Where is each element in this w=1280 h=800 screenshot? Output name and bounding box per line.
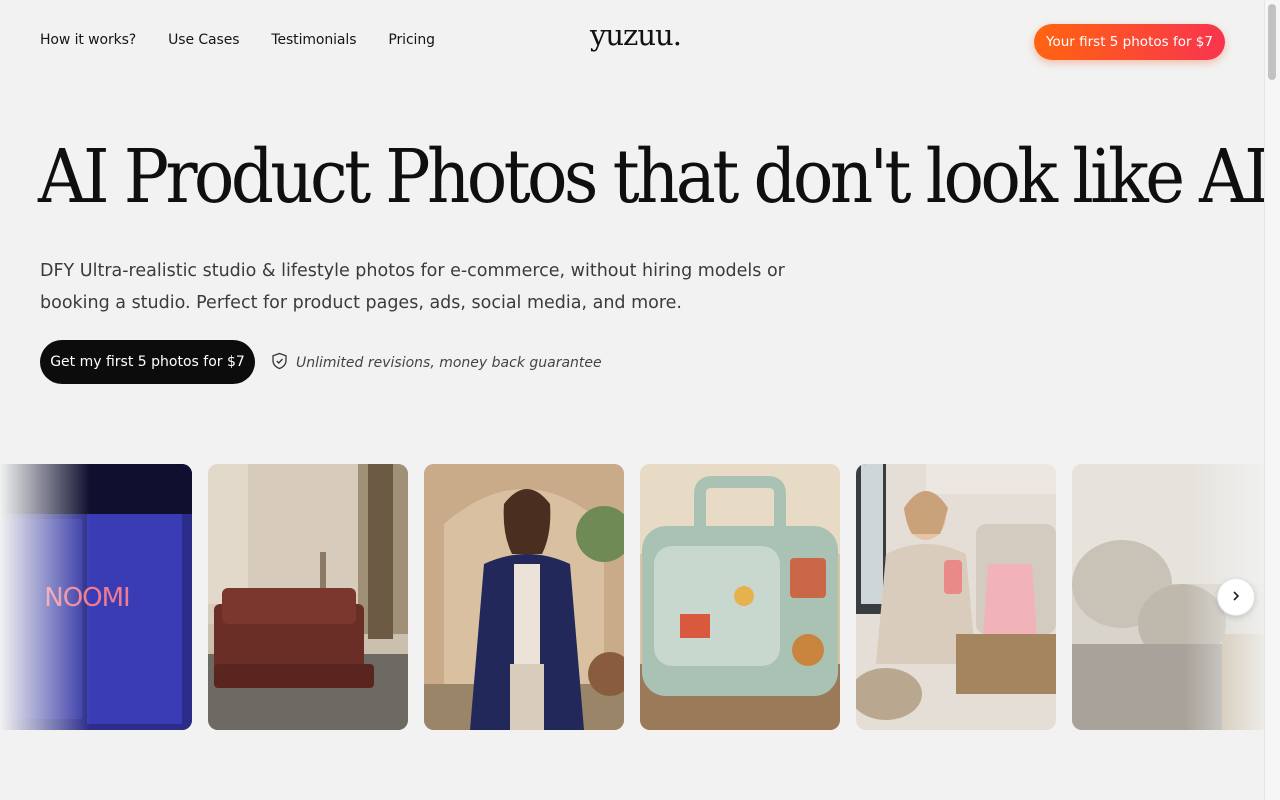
nav-link-pricing[interactable]: Pricing xyxy=(388,32,435,48)
product-label: NOOMI xyxy=(44,583,129,613)
guarantee: Unlimited revisions, money back guarante… xyxy=(271,352,602,374)
hero-subtitle: DFY Ultra-realistic studio & lifestyle p… xyxy=(40,261,785,313)
photo-gallery: NOOMI xyxy=(0,464,1272,730)
scrollbar-thumb[interactable] xyxy=(1268,4,1276,80)
nav-links: How it works? Use Cases Testimonials Pri… xyxy=(40,32,435,48)
gallery-card-supplement[interactable]: NOOMI xyxy=(0,464,192,730)
hero-title: AI Product Photos that don't look like A… xyxy=(38,134,1271,220)
shield-icon xyxy=(271,352,288,374)
top-nav: How it works? Use Cases Testimonials Pri… xyxy=(0,0,1265,84)
hero-cta-button[interactable]: Get my first 5 photos for $7 xyxy=(40,340,255,384)
page-scrollbar[interactable] xyxy=(1264,0,1280,800)
chevron-right-icon xyxy=(1230,590,1242,605)
guarantee-text: Unlimited revisions, money back guarante… xyxy=(296,355,602,371)
nav-link-how-it-works[interactable]: How it works? xyxy=(40,32,136,48)
gallery-next-button[interactable] xyxy=(1217,578,1255,616)
logo[interactable]: yuzuu. xyxy=(590,18,682,52)
nav-link-use-cases[interactable]: Use Cases xyxy=(168,32,239,48)
nav-cta-button[interactable]: Your first 5 photos for $7 xyxy=(1034,24,1225,60)
gallery-card-smoothie[interactable] xyxy=(856,464,1056,730)
gallery-card-kimono[interactable] xyxy=(424,464,624,730)
nav-link-testimonials[interactable]: Testimonials xyxy=(271,32,356,48)
gallery-card-tv-toy[interactable] xyxy=(640,464,840,730)
gallery-card-sofa[interactable] xyxy=(208,464,408,730)
